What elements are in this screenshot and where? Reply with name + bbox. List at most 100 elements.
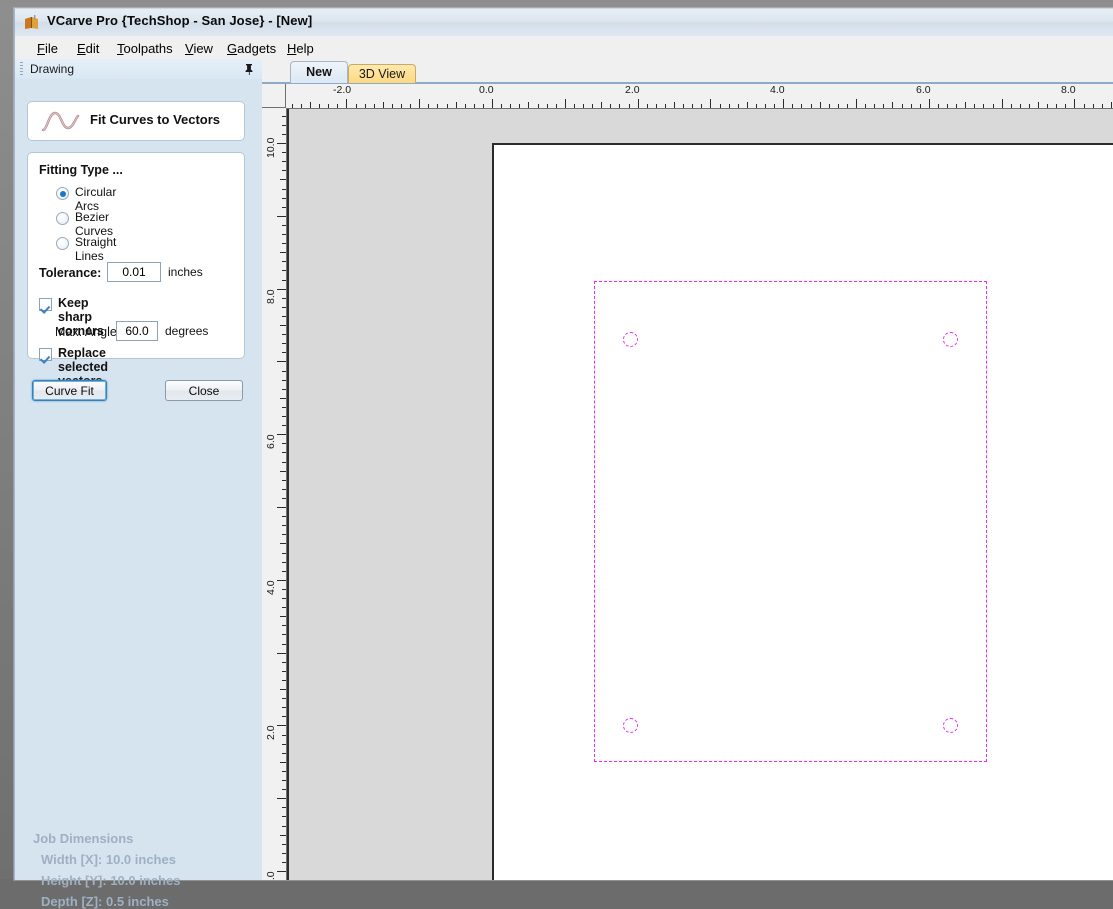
menu-toolpaths[interactable]: Toolpaths [113, 39, 177, 58]
menu-file[interactable]: File [33, 39, 62, 58]
ruler-tick [280, 471, 286, 472]
vector-circle[interactable] [622, 332, 638, 348]
ruler-tick [574, 104, 575, 108]
ruler-tick [756, 104, 757, 108]
menu-bar: File Edit Toolpaths View Gadgets Help [15, 36, 1113, 60]
ruler-tick [911, 104, 912, 108]
ruler-tick [556, 104, 557, 108]
ruler-tick [983, 104, 984, 108]
ruler-tick [282, 716, 286, 717]
radio-circular-arcs-label: Circular Arcs [75, 185, 117, 213]
ruler-tick [337, 104, 338, 108]
menu-gadgets[interactable]: Gadgets [223, 39, 280, 58]
drawing-panel-body: Fit Curves to Vectors Fitting Type ... C… [15, 79, 262, 909]
ruler-tick [392, 104, 393, 108]
vcarve-app-icon [25, 15, 38, 29]
ruler-tick [947, 104, 948, 108]
ruler-tick [282, 116, 286, 117]
ruler-tick [447, 104, 448, 108]
tab-3d-view[interactable]: 3D View [348, 64, 416, 83]
ruler-tick [765, 104, 766, 108]
ruler-tick [280, 179, 286, 180]
menu-view[interactable]: View [181, 39, 217, 58]
ruler-tick [683, 104, 684, 108]
keep-sharp-corners-box [39, 298, 52, 311]
ruler-tick [282, 243, 286, 244]
ruler-tick [277, 871, 286, 872]
ruler-tick [419, 99, 420, 108]
max-angle-label: Max. Angle [55, 325, 117, 339]
ruler-tick [277, 725, 286, 726]
ruler-tick [346, 99, 347, 108]
ruler-tick [638, 99, 639, 108]
ruler-tick [929, 99, 930, 108]
vector-circle[interactable] [943, 717, 959, 733]
view-area: New 3D View -2.0 0.0 2.0 4.0 6.0 8.0 10.0 8.0 6… [262, 59, 1113, 880]
ruler-tick [280, 835, 286, 836]
ruler-label-x: 4.0 [770, 84, 785, 96]
ruler-tick [1056, 104, 1057, 108]
close-button[interactable]: Close [165, 380, 243, 401]
ruler-tick [282, 225, 286, 226]
ruler-tick [282, 443, 286, 444]
ruler-tick [783, 99, 784, 108]
ruler-label-y: 4.0 [265, 580, 277, 595]
ruler-tick [374, 104, 375, 108]
ruler-tick [282, 198, 286, 199]
pushpin-icon[interactable] [242, 62, 256, 76]
ruler-tick [501, 104, 502, 108]
ruler-label-x: 0.0 [479, 84, 494, 96]
ruler-tick [902, 104, 903, 108]
vertical-ruler[interactable]: 10.0 8.0 6.0 4.0 2.0 0.0 [262, 108, 287, 880]
ruler-tick [282, 462, 286, 463]
ruler-tick [282, 416, 286, 417]
ruler-tick [282, 598, 286, 599]
ruler-tick [483, 104, 484, 108]
ruler-tick [474, 104, 475, 108]
ruler-tick [282, 553, 286, 554]
ruler-tick [310, 102, 311, 108]
ruler-tick [280, 762, 286, 763]
vector-rectangle[interactable] [593, 281, 988, 762]
ruler-tick [282, 844, 286, 845]
ruler-tick [277, 653, 286, 654]
ruler-tick [892, 102, 893, 108]
ruler-tick [277, 216, 286, 217]
design-canvas[interactable] [287, 109, 1113, 880]
ruler-tick [282, 589, 286, 590]
ruler-tick [292, 104, 293, 108]
ruler-tick [282, 562, 286, 563]
max-angle-input[interactable]: 60.0 [116, 321, 158, 341]
ruler-tick [874, 104, 875, 108]
ruler-tick [282, 525, 286, 526]
ruler-tick [701, 104, 702, 108]
ruler-tick [328, 104, 329, 108]
ruler-corner [262, 84, 286, 108]
panel-drag-gripper[interactable] [20, 62, 23, 77]
tab-new[interactable]: New [290, 61, 348, 83]
ruler-tick [282, 343, 286, 344]
ruler-tick [282, 298, 286, 299]
ruler-tick [1029, 104, 1030, 108]
curve-fit-button[interactable]: Curve Fit [32, 380, 107, 401]
ruler-tick [280, 252, 286, 253]
ruler-tick [282, 270, 286, 271]
ruler-tick [280, 689, 286, 690]
tolerance-input[interactable]: 0.01 [107, 262, 161, 282]
ruler-tick [282, 389, 286, 390]
ruler-tick [456, 102, 457, 108]
vector-circle[interactable] [622, 717, 638, 733]
ruler-tick [282, 207, 286, 208]
menu-help[interactable]: Help [283, 39, 318, 58]
ruler-tick [656, 104, 657, 108]
horizontal-ruler[interactable]: -2.0 0.0 2.0 4.0 6.0 8.0 [286, 84, 1113, 109]
ruler-tick [938, 104, 939, 108]
ruler-tick [282, 134, 286, 135]
s-curve-icon [41, 111, 80, 132]
ruler-tick [674, 102, 675, 108]
radio-circular-arcs-indicator [56, 187, 69, 200]
ruler-tick [528, 102, 529, 108]
window-title: VCarve Pro {TechShop - San Jose} - [New] [47, 13, 313, 28]
menu-edit[interactable]: Edit [73, 39, 103, 58]
ruler-tick [282, 862, 286, 863]
